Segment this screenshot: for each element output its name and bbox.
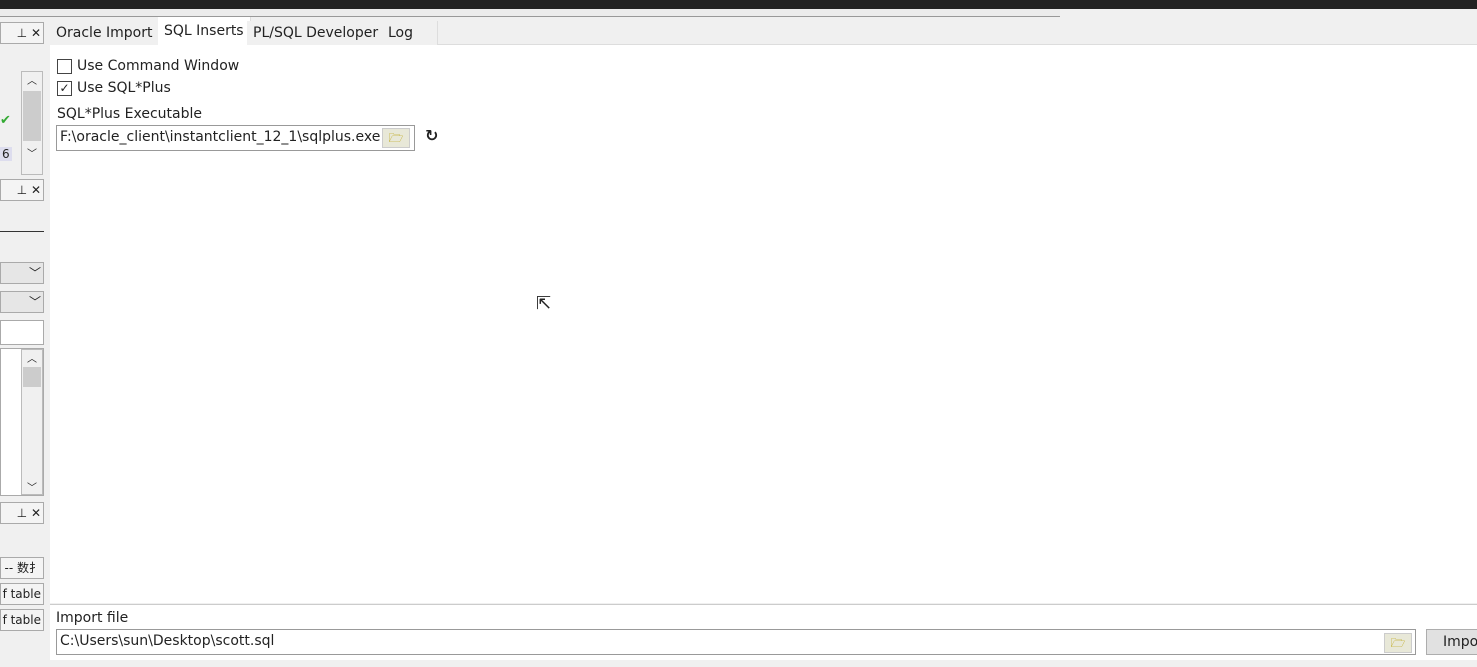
import-file-label: Import file [56,610,129,626]
folder-open-icon[interactable]: 🗁 [382,128,410,148]
sqlplus-executable-label: SQL*Plus Executable [57,106,202,122]
tab-oracle-import[interactable]: Oracle Import [50,21,160,45]
list-item[interactable]: f table [0,609,44,631]
left-panel: ⊥ ✕ ︿ ﹀ ✔ 6 ⊥ ✕ ﹀ ﹀ ︿ ﹀ ⊥ ✕ -- 数扌 f table … [0,17,46,667]
list-item[interactable]: f table [0,583,44,605]
panel-header: ⊥ ✕ [0,502,44,524]
panel-header: ⊥ ✕ [0,179,44,201]
scrollbar[interactable]: ︿ ﹀ [21,349,43,495]
dropdown[interactable]: ﹀ [0,262,44,284]
import-file-section: Import file C:\Users\sun\Desktop\scott.s… [50,604,1477,660]
panel-header: ⊥ ✕ [0,22,44,44]
pin-icon[interactable]: ⊥ [17,183,27,197]
import-file-input[interactable]: C:\Users\sun\Desktop\scott.sql [56,629,1416,655]
check-icon: ✔ [0,113,11,128]
sql-inserts-panel: Use Command Window ✓ Use SQL*Plus SQL*Pl… [50,45,1477,603]
text-input[interactable] [0,320,44,345]
close-icon[interactable]: ✕ [31,183,41,197]
pin-icon[interactable]: ⊥ [17,26,27,40]
use-sqlplus-label: Use SQL*Plus [77,80,171,96]
scrollbar[interactable]: ︿ ﹀ [21,71,43,175]
tab-bar: Oracle Import SQL Inserts PL/SQL Develop… [50,17,1477,45]
use-command-window-label: Use Command Window [77,58,240,74]
tab-sql-inserts[interactable]: SQL Inserts [158,17,251,45]
pin-icon[interactable]: ⊥ [17,506,27,520]
mouse-cursor-icon: ⇱ [536,293,552,314]
close-icon[interactable]: ✕ [31,26,41,40]
toolbar [0,9,1060,17]
refresh-icon[interactable]: ↻ [425,126,438,145]
dropdown[interactable]: ﹀ [0,291,44,313]
import-button[interactable]: Impo [1426,629,1477,655]
title-bar [0,0,1477,9]
tab-plsql-developer[interactable]: PL/SQL Developer [247,21,386,45]
close-icon[interactable]: ✕ [31,506,41,520]
folder-open-icon[interactable]: 🗁 [1384,633,1412,653]
divider [0,231,44,232]
use-sqlplus-checkbox[interactable]: ✓ [57,81,72,96]
badge: 6 [0,147,12,161]
list-item[interactable]: -- 数扌 [0,557,44,579]
sqlplus-path-input[interactable]: F:\oracle_client\instantclient_12_1\sqlp… [56,125,415,151]
use-command-window-checkbox[interactable] [57,59,72,74]
tab-log[interactable]: Log [382,21,438,45]
